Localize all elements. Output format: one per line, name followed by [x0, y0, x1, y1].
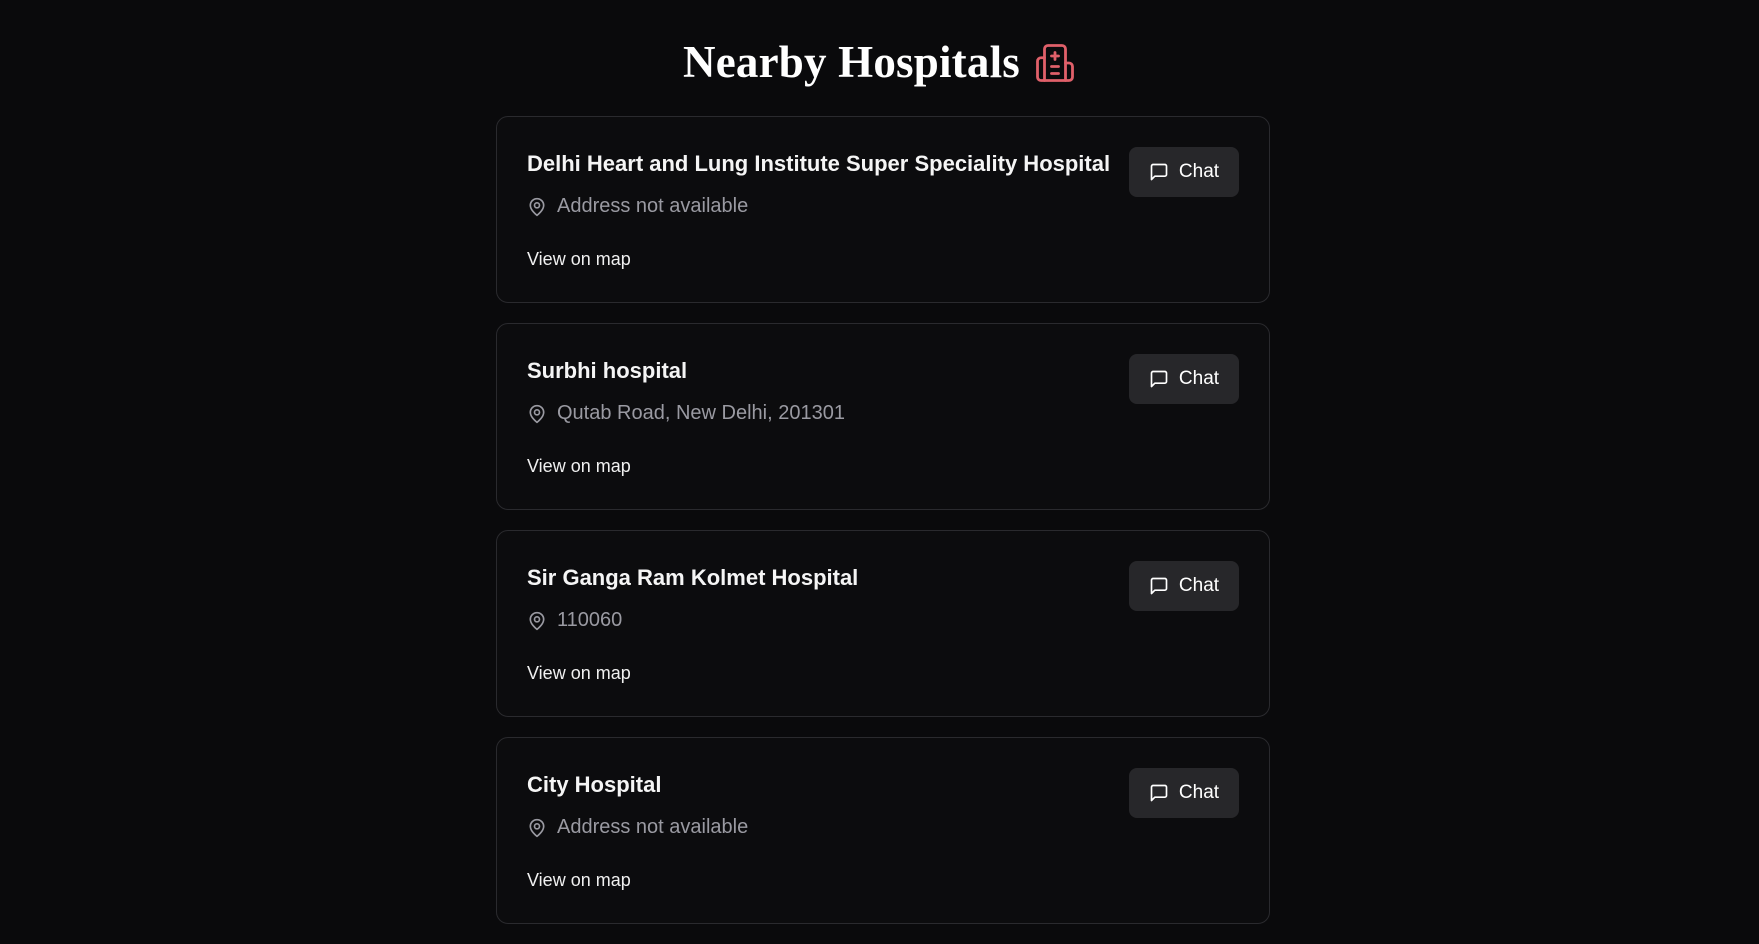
view-on-map-link[interactable]: View on map [527, 249, 631, 270]
message-square-icon [1149, 162, 1169, 182]
chat-button-label: Chat [1178, 782, 1220, 803]
hospital-address-text: 110060 [557, 609, 623, 631]
view-on-map-link[interactable]: View on map [527, 870, 631, 891]
hospital-icon [1034, 42, 1076, 84]
hospital-address-text: Address not available [557, 195, 749, 217]
chat-button[interactable]: Chat [1129, 561, 1239, 611]
map-pin-icon [527, 197, 547, 217]
hospital-address: Address not available [527, 816, 748, 839]
hospital-card: Surbhi hospital Qutab Road, New Delhi, 2… [496, 323, 1270, 510]
chat-button-label: Chat [1178, 161, 1220, 182]
hospital-address: 110060 [527, 609, 622, 632]
hospital-list: Delhi Heart and Lung Institute Super Spe… [496, 116, 1270, 944]
hospital-address-text: Address not available [557, 816, 749, 838]
chat-button[interactable]: Chat [1129, 147, 1239, 197]
chat-button[interactable]: Chat [1129, 354, 1239, 404]
map-pin-icon [527, 818, 547, 838]
view-on-map-link[interactable]: View on map [527, 663, 631, 684]
hospital-name: City Hospital [527, 772, 662, 797]
message-square-icon [1149, 369, 1169, 389]
page-header: Nearby Hospitals [0, 34, 1759, 90]
hospital-address: Qutab Road, New Delhi, 201301 [527, 402, 845, 425]
message-square-icon [1149, 576, 1169, 596]
page-title: Nearby Hospitals [683, 37, 1020, 87]
hospital-name: Delhi Heart and Lung Institute Super Spe… [527, 151, 1111, 176]
hospital-card: Delhi Heart and Lung Institute Super Spe… [496, 116, 1270, 303]
map-pin-icon [527, 404, 547, 424]
view-on-map-link[interactable]: View on map [527, 456, 631, 477]
hospital-name: Surbhi hospital [527, 358, 688, 383]
hospital-name: Sir Ganga Ram Kolmet Hospital [527, 565, 859, 590]
chat-button[interactable]: Chat [1129, 768, 1239, 818]
message-square-icon [1149, 783, 1169, 803]
hospital-address-text: Qutab Road, New Delhi, 201301 [557, 402, 845, 424]
chat-button-label: Chat [1178, 575, 1220, 596]
hospital-card: Sir Ganga Ram Kolmet Hospital 110060 Vie… [496, 530, 1270, 717]
hospital-address: Address not available [527, 195, 748, 218]
map-pin-icon [527, 611, 547, 631]
hospital-card: City Hospital Address not available View… [496, 737, 1270, 924]
chat-button-label: Chat [1178, 368, 1220, 389]
